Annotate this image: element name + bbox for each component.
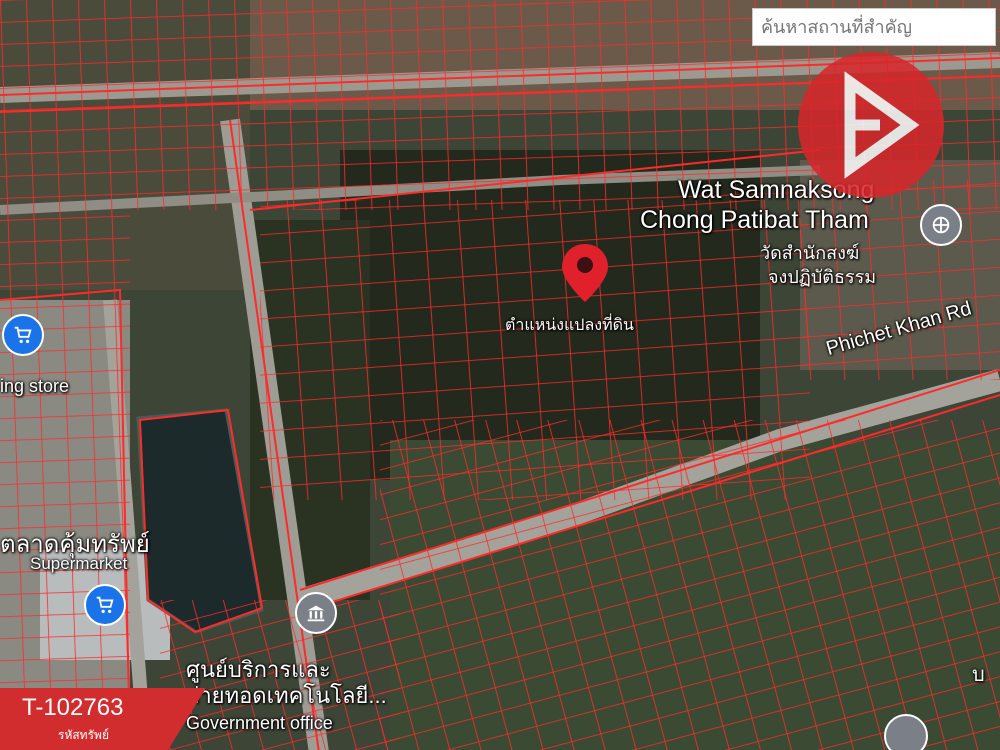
market-label-en: Supermarket (30, 554, 128, 573)
brand-logo (798, 52, 944, 198)
edge-label: บ (972, 664, 985, 686)
store-label: ing store (0, 376, 70, 396)
location-marker-label: ตำแหน่งแปลงที่ดิน (505, 317, 634, 334)
property-code-badge: T-102763 รหัสทรัพย์ (0, 688, 206, 750)
property-code: T-102763 (22, 694, 124, 721)
office-label-en: Government office (186, 713, 333, 733)
map-view[interactable]: { "search": { "placeholder": "ค้นหาสถานท… (0, 0, 1000, 750)
temple-icon[interactable] (920, 204, 962, 246)
map-poi-icon[interactable] (884, 714, 928, 750)
property-code-caption: รหัสทรัพย์ (58, 728, 109, 742)
brand-logo-icon (844, 71, 920, 179)
shopping-cart-icon[interactable] (84, 584, 126, 626)
temple-label-th-2: จงปฏิบัติธรรม (768, 267, 877, 287)
temple-label-en-2: Chong Patibat Tham (640, 206, 869, 234)
government-building-icon[interactable] (295, 592, 337, 634)
search-input[interactable] (752, 8, 996, 46)
shopping-cart-icon[interactable] (2, 314, 44, 356)
office-label-th-2: ถ่ายทอดเทคโนโลยี... (186, 683, 387, 708)
